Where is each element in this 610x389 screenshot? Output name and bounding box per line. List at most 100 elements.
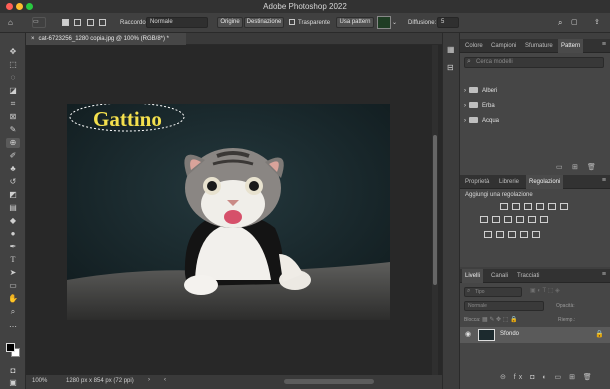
home-icon[interactable]: ⌂: [8, 18, 13, 28]
type-tool-icon[interactable]: T: [6, 255, 20, 265]
panel-menu-icon[interactable]: ≡: [602, 177, 606, 184]
diffusion-select[interactable]: 5: [437, 17, 459, 28]
clone-stamp-tool-icon[interactable]: ♣: [6, 164, 20, 174]
brush-tool-icon[interactable]: ✐: [6, 151, 20, 161]
pattern-search-input[interactable]: ⌕ Cerca modelli: [464, 57, 604, 68]
screen-mode-icon[interactable]: ▣: [6, 378, 20, 388]
vibrance-icon[interactable]: [548, 203, 556, 210]
tab-campioni[interactable]: Campioni: [488, 39, 519, 53]
close-tab-icon[interactable]: ×: [31, 36, 35, 42]
tab-sfumature[interactable]: Sfumature: [522, 39, 556, 53]
invert-icon[interactable]: [484, 231, 492, 238]
tab-canali[interactable]: Canali: [488, 269, 511, 283]
pattern-folder[interactable]: › Alberi: [464, 85, 497, 97]
pattern-dropdown-icon[interactable]: ⌄: [392, 18, 397, 28]
gradient-map-icon[interactable]: [520, 231, 528, 238]
canvas-scroll-thumb[interactable]: [433, 135, 437, 285]
dodge-tool-icon[interactable]: ●: [6, 229, 20, 239]
tool-preset-picker[interactable]: ▭: [32, 17, 46, 28]
levels-icon[interactable]: [512, 203, 520, 210]
new-pattern-icon[interactable]: ⊞: [572, 163, 578, 171]
share-icon[interactable]: ⇪: [594, 18, 600, 28]
pattern-folder[interactable]: › Acqua: [464, 115, 499, 127]
layer-filter-select[interactable]: ⌕ Tipo: [464, 287, 522, 297]
panel-menu-icon[interactable]: ≡: [602, 271, 606, 278]
new-group-icon[interactable]: ▭: [556, 163, 563, 171]
marquee-tool-icon[interactable]: ⬚: [6, 60, 20, 70]
selective-color-icon[interactable]: [532, 231, 540, 238]
brightness-icon[interactable]: [500, 203, 508, 210]
frame-tool-icon[interactable]: ⊠: [6, 112, 20, 122]
history-brush-tool-icon[interactable]: ↺: [6, 177, 20, 187]
transparent-checkbox[interactable]: [289, 19, 295, 25]
add-to-selection-icon[interactable]: [74, 19, 81, 26]
delete-icon[interactable]: 🗑: [587, 163, 596, 171]
document-image[interactable]: Gattino: [67, 104, 390, 320]
close-window-button[interactable]: [6, 3, 13, 10]
new-selection-icon[interactable]: [62, 19, 69, 26]
origin-button[interactable]: Origine: [217, 17, 243, 28]
canvas-scrollbar[interactable]: [432, 45, 438, 375]
filter-icons[interactable]: ▣ ◐ T ⬚ ◈: [530, 287, 560, 294]
blur-tool-icon[interactable]: ◆: [6, 216, 20, 226]
color-lookup-icon[interactable]: [540, 216, 548, 223]
tab-librerie[interactable]: Librerie: [496, 175, 522, 189]
foreground-color-swatch[interactable]: [6, 343, 15, 352]
posterize-icon[interactable]: [496, 231, 504, 238]
layers-footer-icons[interactable]: ⊝ fx ◘ ◐ ▭ ⊞ 🗑: [500, 373, 595, 381]
status-scroll-left-icon[interactable]: ‹: [164, 377, 166, 383]
black-white-icon[interactable]: [504, 216, 512, 223]
intersect-selection-icon[interactable]: [99, 19, 106, 26]
gradient-map-triangle-icon[interactable]: [560, 203, 568, 210]
search-icon[interactable]: ⌕: [558, 18, 562, 28]
properties-panel-icon[interactable]: ⊟: [447, 63, 454, 72]
pattern-folder[interactable]: › Erba: [464, 100, 495, 112]
canvas-area[interactable]: Gattino: [26, 45, 458, 375]
eraser-tool-icon[interactable]: ◩: [6, 190, 20, 200]
lock-icons[interactable]: ▦ ✎ ✥ ⬚ 🔒: [482, 316, 518, 323]
color-balance-icon[interactable]: [492, 216, 500, 223]
threshold-icon[interactable]: [508, 231, 516, 238]
subtract-selection-icon[interactable]: [87, 19, 94, 26]
lasso-tool-icon[interactable]: ◌: [6, 73, 20, 83]
minimize-window-button[interactable]: [16, 3, 23, 10]
curves-icon[interactable]: [524, 203, 532, 210]
exposure-icon[interactable]: [536, 203, 544, 210]
visibility-eye-icon[interactable]: ◉: [465, 330, 471, 338]
tab-colore[interactable]: Colore: [462, 39, 486, 53]
pattern-swatch[interactable]: [377, 16, 391, 29]
quick-mask-icon[interactable]: ◘: [6, 366, 20, 376]
horizontal-scroll-thumb[interactable]: [284, 379, 374, 384]
channel-mixer-icon[interactable]: [528, 216, 536, 223]
pen-tool-icon[interactable]: ✒: [6, 242, 20, 252]
status-arrow-icon[interactable]: ›: [148, 377, 150, 383]
panel-menu-icon[interactable]: ≡: [602, 41, 606, 48]
gradient-tool-icon[interactable]: ▤: [6, 203, 20, 213]
object-selection-tool-icon[interactable]: ◪: [6, 86, 20, 96]
zoom-tool-icon[interactable]: ⌕: [6, 307, 20, 317]
tab-pattern[interactable]: Pattern: [558, 39, 584, 53]
tab-tracciati[interactable]: Tracciati: [514, 269, 542, 283]
hue-saturation-icon[interactable]: [480, 216, 488, 223]
layer-lock-icon[interactable]: 🔒: [595, 330, 604, 338]
destination-button[interactable]: Destinazione: [244, 17, 284, 28]
blend-mode-select[interactable]: Normale: [464, 301, 544, 311]
history-panel-icon[interactable]: ▦: [447, 45, 455, 54]
tab-regolazioni[interactable]: Regolazioni: [526, 175, 564, 189]
tab-livelli[interactable]: Livelli: [462, 269, 484, 283]
photo-filter-icon[interactable]: [516, 216, 524, 223]
move-tool-icon[interactable]: ✥: [6, 47, 20, 57]
eyedropper-tool-icon[interactable]: ✎: [6, 125, 20, 135]
mode-select[interactable]: Normale: [146, 17, 208, 28]
healing-brush-tool-icon[interactable]: ⊕: [6, 138, 20, 148]
use-pattern-button[interactable]: Usa pattern: [336, 17, 374, 28]
document-tab[interactable]: × cat-6723256_1280 copia.jpg @ 100% (RGB/…: [26, 33, 186, 45]
rectangle-tool-icon[interactable]: ▭: [6, 281, 20, 291]
zoom-level[interactable]: 100%: [32, 378, 47, 384]
path-selection-tool-icon[interactable]: ➤: [6, 268, 20, 278]
crop-tool-icon[interactable]: ⌗: [6, 99, 20, 109]
more-tools-icon[interactable]: ⋯: [6, 322, 20, 332]
hand-tool-icon[interactable]: ✋: [6, 294, 20, 304]
workspace-icon[interactable]: ▢: [571, 18, 578, 28]
zoom-window-button[interactable]: [26, 3, 33, 10]
